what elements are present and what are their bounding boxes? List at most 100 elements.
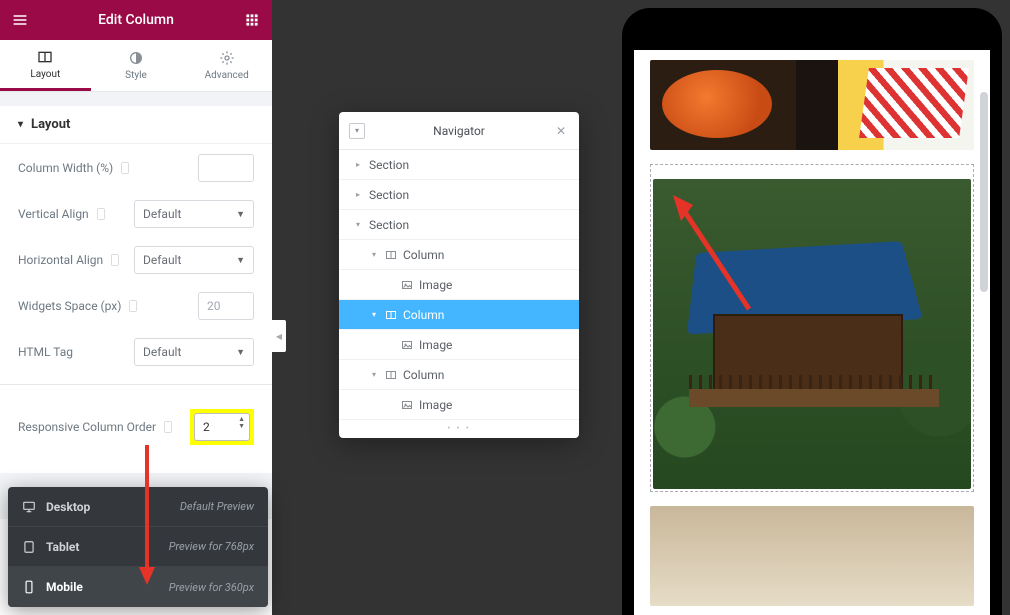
- image-icon: [401, 279, 413, 291]
- tab-label: Style: [125, 70, 147, 81]
- responsive-order-input[interactable]: 2 ▲▼: [194, 413, 250, 441]
- tree-item-label: Section: [369, 158, 409, 172]
- preview-image-2[interactable]: [653, 179, 971, 489]
- column-handle-icon[interactable]: [653, 167, 971, 179]
- row-column-width: Column Width (%): [18, 150, 254, 186]
- preview-image-1[interactable]: [650, 60, 974, 150]
- chevron-down-icon: ▼: [236, 209, 245, 220]
- responsive-icon[interactable]: [95, 208, 107, 220]
- chevron-down-icon: ▼: [236, 347, 245, 358]
- caret-down-icon[interactable]: ▾: [353, 220, 363, 229]
- horizontal-align-select[interactable]: Default ▼: [134, 246, 254, 274]
- menu-button[interactable]: [10, 10, 30, 30]
- tab-layout[interactable]: Layout: [0, 40, 91, 91]
- responsive-device-switcher: Desktop Default Preview Tablet Preview f…: [8, 487, 268, 607]
- tab-label: Layout: [30, 69, 60, 80]
- responsive-icon[interactable]: [119, 162, 131, 174]
- tree-item-label: Image: [419, 398, 452, 412]
- device-tablet[interactable]: Tablet Preview for 768px: [8, 527, 268, 567]
- device-label: Desktop: [46, 500, 90, 514]
- close-icon[interactable]: ✕: [553, 123, 569, 139]
- tab-style[interactable]: Style: [91, 40, 182, 91]
- tree-item-image[interactable]: Image: [339, 390, 579, 420]
- style-icon: [128, 50, 144, 66]
- navigator-title: Navigator: [365, 124, 553, 138]
- column-icon: [385, 249, 397, 261]
- navigator-panel: ▾ Navigator ✕ ▸Section▸Section▾Section▾C…: [339, 112, 579, 438]
- label: Column Width (%): [18, 161, 113, 175]
- image-icon: [401, 339, 413, 351]
- tree-item-label: Section: [369, 188, 409, 202]
- responsive-icon[interactable]: [109, 254, 121, 266]
- tree-item-label: Column: [403, 368, 444, 382]
- html-tag-select[interactable]: Default ▼: [134, 338, 254, 366]
- widgets-space-input[interactable]: 20: [198, 292, 254, 320]
- image-icon: [401, 399, 413, 411]
- panel-tabs: Layout Style Advanced: [0, 40, 272, 92]
- preview-device-frame: [622, 8, 1002, 615]
- label: Vertical Align: [18, 207, 89, 221]
- tree-item-column[interactable]: ▾ Column: [339, 360, 579, 390]
- navigator-header[interactable]: ▾ Navigator ✕: [339, 112, 579, 150]
- tree-item-label: Image: [419, 338, 452, 352]
- selected-column-outline[interactable]: [650, 164, 974, 492]
- vertical-align-select[interactable]: Default ▼: [134, 200, 254, 228]
- row-html-tag: HTML Tag Default ▼: [18, 334, 254, 370]
- device-hint: Preview for 360px: [169, 581, 254, 594]
- tree-item-column[interactable]: ▾ Column: [339, 300, 579, 330]
- highlight: 2 ▲▼: [190, 409, 254, 445]
- tree-item-label: Image: [419, 278, 452, 292]
- tablet-icon: [22, 540, 36, 554]
- caret-right-icon[interactable]: ▸: [353, 190, 363, 199]
- panel-collapse-handle[interactable]: ◀: [272, 320, 286, 352]
- device-mobile[interactable]: Mobile Preview for 360px: [8, 567, 268, 607]
- device-label: Mobile: [46, 580, 83, 594]
- layout-controls: Column Width (%) Vertical Align Default …: [0, 144, 272, 473]
- device-hint: Preview for 768px: [169, 540, 254, 553]
- navigator-resize-handle[interactable]: • • •: [339, 420, 579, 438]
- desktop-icon: [22, 500, 36, 514]
- preview-image-3[interactable]: [650, 506, 974, 606]
- row-horizontal-align: Horizontal Align Default ▼: [18, 242, 254, 278]
- panel-title: Edit Column: [30, 12, 242, 28]
- tree-item-image[interactable]: Image: [339, 330, 579, 360]
- select-value: Default: [143, 207, 181, 221]
- chevron-down-icon: ▼: [236, 255, 245, 266]
- row-vertical-align: Vertical Align Default ▼: [18, 196, 254, 232]
- tree-item-section[interactable]: ▾Section: [339, 210, 579, 240]
- responsive-icon[interactable]: [127, 300, 139, 312]
- stepper-arrows[interactable]: ▲▼: [238, 416, 245, 430]
- caret-right-icon[interactable]: ▸: [353, 160, 363, 169]
- tree-item-label: Column: [403, 248, 444, 262]
- caret-down-icon[interactable]: ▾: [369, 370, 379, 379]
- column-icon: [385, 309, 397, 321]
- caret-down-icon[interactable]: ▾: [369, 310, 379, 319]
- preview-viewport[interactable]: [634, 50, 990, 615]
- tree-item-column[interactable]: ▾ Column: [339, 240, 579, 270]
- select-value: Default: [143, 253, 181, 267]
- column-icon: [385, 369, 397, 381]
- column-width-input[interactable]: [198, 154, 254, 182]
- label: Responsive Column Order: [18, 420, 156, 434]
- section-toggle-layout[interactable]: ▾ Layout: [0, 106, 272, 144]
- panel-header: Edit Column: [0, 0, 272, 40]
- row-widgets-space: Widgets Space (px) 20: [18, 288, 254, 324]
- gear-icon: [219, 50, 235, 66]
- scrollbar-thumb[interactable]: [980, 92, 988, 292]
- tab-label: Advanced: [205, 70, 249, 81]
- caret-down-icon: ▾: [18, 119, 23, 130]
- widgets-grid-button[interactable]: [242, 10, 262, 30]
- device-hint: Default Preview: [180, 500, 254, 513]
- tree-item-label: Column: [403, 308, 444, 322]
- responsive-icon[interactable]: [162, 421, 174, 433]
- device-desktop[interactable]: Desktop Default Preview: [8, 487, 268, 527]
- tree-item-image[interactable]: Image: [339, 270, 579, 300]
- section-title: Layout: [31, 117, 70, 132]
- tab-advanced[interactable]: Advanced: [181, 40, 272, 91]
- navigator-collapse-all[interactable]: ▾: [349, 123, 365, 139]
- caret-down-icon[interactable]: ▾: [369, 250, 379, 259]
- tree-item-section[interactable]: ▸ Section: [339, 150, 579, 180]
- label: Widgets Space (px): [18, 299, 121, 313]
- navigator-tree: ▸Section▸Section▾Section▾ColumnImage▾Col…: [339, 150, 579, 420]
- tree-item-section[interactable]: ▸ Section: [339, 180, 579, 210]
